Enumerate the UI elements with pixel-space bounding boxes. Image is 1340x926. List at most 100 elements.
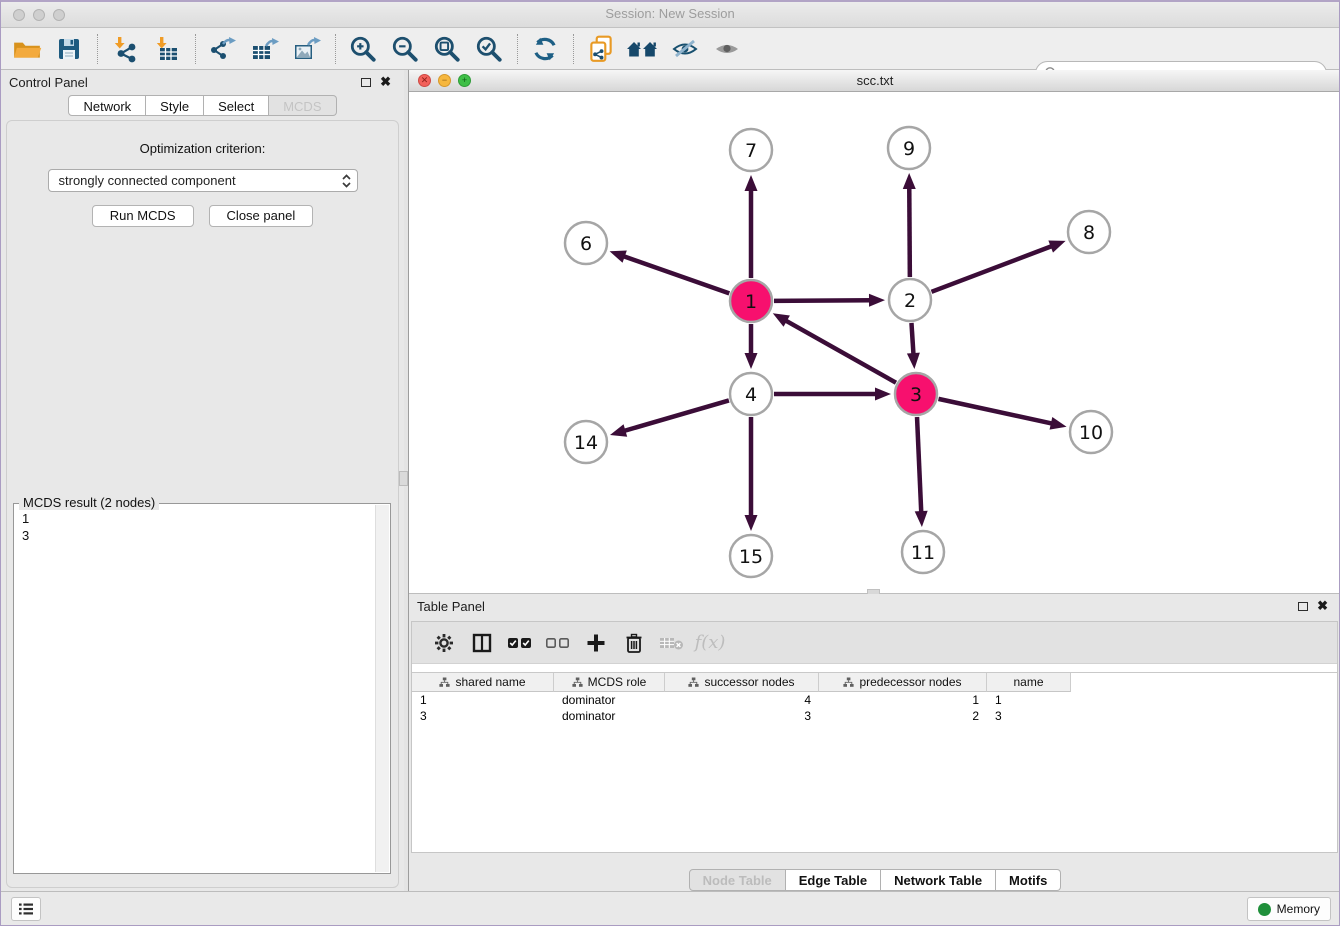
graph-node-1[interactable]: 1 bbox=[730, 280, 772, 322]
close-panel-button[interactable]: Close panel bbox=[209, 205, 314, 227]
svg-text:7: 7 bbox=[745, 140, 757, 162]
home-view-icon[interactable] bbox=[625, 32, 661, 66]
export-table-icon[interactable] bbox=[247, 32, 283, 66]
application-window: Session: New Session bbox=[0, 0, 1340, 926]
run-mcds-button[interactable]: Run MCDS bbox=[92, 205, 194, 227]
memory-button[interactable]: Memory bbox=[1247, 897, 1331, 921]
graph-node-4[interactable]: 4 bbox=[730, 373, 772, 415]
refresh-view-icon[interactable] bbox=[527, 32, 563, 66]
graph-edge-2-3[interactable] bbox=[907, 323, 920, 369]
close-table-panel-icon[interactable]: ✖ bbox=[1317, 598, 1328, 614]
save-session-icon[interactable] bbox=[51, 32, 87, 66]
toolbar-separator bbox=[573, 34, 574, 64]
graph-edge-4-3[interactable] bbox=[774, 388, 891, 401]
float-table-panel-icon[interactable] bbox=[1298, 602, 1308, 611]
node-table-area: f(x) shared nameMCDS rolesuccessor nodes… bbox=[411, 621, 1338, 853]
tab-mcds[interactable]: MCDS bbox=[269, 95, 336, 116]
vertical-splitter-handle[interactable] bbox=[399, 471, 408, 486]
toolbar-separator bbox=[195, 34, 196, 64]
table-tabs: Node TableEdge TableNetwork TableMotifs bbox=[409, 869, 1340, 891]
table-settings-icon[interactable] bbox=[426, 627, 462, 659]
optimization-criterion-label: Optimization criterion: bbox=[7, 141, 398, 156]
table-tab-motifs[interactable]: Motifs bbox=[996, 869, 1061, 891]
tab-style[interactable]: Style bbox=[146, 95, 204, 116]
task-list-icon bbox=[18, 902, 34, 916]
graph-edge-3-11[interactable] bbox=[915, 417, 928, 527]
import-network-icon[interactable] bbox=[107, 32, 143, 66]
delete-table-icon bbox=[654, 627, 690, 659]
select-all-checkboxes-icon[interactable] bbox=[502, 627, 538, 659]
add-row-icon[interactable] bbox=[578, 627, 614, 659]
node-table: shared nameMCDS rolesuccessor nodesprede… bbox=[412, 672, 1337, 724]
zoom-out-icon[interactable] bbox=[387, 32, 423, 66]
table-tab-node-table[interactable]: Node Table bbox=[689, 869, 786, 891]
graph-node-7[interactable]: 7 bbox=[730, 129, 772, 171]
memory-label: Memory bbox=[1277, 902, 1320, 916]
graph-edge-2-9[interactable] bbox=[903, 173, 916, 277]
column-header-name[interactable]: name bbox=[987, 673, 1071, 692]
show-columns-icon[interactable] bbox=[464, 627, 500, 659]
graph-node-2[interactable]: 2 bbox=[889, 279, 931, 321]
graph-edge-3-1[interactable] bbox=[773, 313, 896, 382]
column-header-successor-nodes[interactable]: successor nodes bbox=[665, 673, 819, 692]
close-panel-icon[interactable]: ✖ bbox=[380, 74, 391, 90]
tab-select[interactable]: Select bbox=[204, 95, 269, 116]
memory-status-icon bbox=[1258, 903, 1271, 916]
export-network-icon[interactable] bbox=[205, 32, 241, 66]
graph-edge-1-7[interactable] bbox=[745, 175, 758, 278]
table-tab-edge-table[interactable]: Edge Table bbox=[786, 869, 881, 891]
graph-node-9[interactable]: 9 bbox=[888, 127, 930, 169]
status-bar: Memory bbox=[1, 891, 1339, 925]
toolbar-separator bbox=[97, 34, 98, 64]
control-tabs: NetworkStyleSelectMCDS bbox=[1, 95, 404, 116]
network-canvas[interactable]: 1 2 3 4 6 7 8 9 10 11 14 15 bbox=[409, 92, 1340, 592]
zoom-fit-icon[interactable] bbox=[429, 32, 465, 66]
graph-node-15[interactable]: 15 bbox=[730, 535, 772, 577]
deselect-all-checkboxes-icon[interactable] bbox=[540, 627, 576, 659]
tab-network[interactable]: Network bbox=[68, 95, 146, 116]
column-header-shared-name[interactable]: shared name bbox=[412, 673, 554, 692]
column-header-mcds-role[interactable]: MCDS role bbox=[554, 673, 665, 692]
show-all-eye-icon[interactable] bbox=[709, 32, 745, 66]
graph-node-6[interactable]: 6 bbox=[565, 222, 607, 264]
clone-network-icon[interactable] bbox=[583, 32, 619, 66]
zoom-in-icon[interactable] bbox=[345, 32, 381, 66]
task-history-button[interactable] bbox=[11, 897, 41, 921]
export-image-icon[interactable] bbox=[289, 32, 325, 66]
svg-text:2: 2 bbox=[904, 290, 916, 312]
graph-edge-1-4[interactable] bbox=[745, 324, 758, 369]
apply-function-icon: f(x) bbox=[692, 627, 728, 659]
float-panel-icon[interactable] bbox=[361, 78, 371, 87]
svg-text:11: 11 bbox=[911, 542, 935, 564]
column-header-predecessor-nodes[interactable]: predecessor nodes bbox=[819, 673, 987, 692]
dropdown-stepper-icon bbox=[341, 173, 352, 195]
zoom-selected-icon[interactable] bbox=[471, 32, 507, 66]
graph-node-14[interactable]: 14 bbox=[565, 421, 607, 463]
import-table-icon[interactable] bbox=[149, 32, 185, 66]
node-table-rows: 1dominator4113dominator323 bbox=[412, 692, 1337, 724]
criterion-dropdown[interactable]: strongly connected component bbox=[48, 169, 358, 192]
svg-text:1: 1 bbox=[745, 291, 757, 313]
network-graph: 1 2 3 4 6 7 8 9 10 11 14 15 bbox=[409, 92, 1339, 592]
graph-node-8[interactable]: 8 bbox=[1068, 211, 1110, 253]
graph-node-10[interactable]: 10 bbox=[1070, 411, 1112, 453]
table-row[interactable]: 1dominator411 bbox=[412, 692, 1337, 708]
table-row[interactable]: 3dominator323 bbox=[412, 708, 1337, 724]
graph-edge-4-14[interactable] bbox=[610, 400, 729, 436]
graph-node-11[interactable]: 11 bbox=[902, 531, 944, 573]
graph-node-3[interactable]: 3 bbox=[895, 373, 937, 415]
graph-edge-3-10[interactable] bbox=[938, 399, 1066, 430]
graph-edge-4-15[interactable] bbox=[745, 417, 758, 531]
delete-rows-icon[interactable] bbox=[616, 627, 652, 659]
table-tab-network-table[interactable]: Network Table bbox=[881, 869, 996, 891]
open-session-icon[interactable] bbox=[9, 32, 45, 66]
graph-edge-1-2[interactable] bbox=[774, 294, 885, 307]
graph-edge-1-6[interactable] bbox=[610, 250, 730, 293]
app-title-bar: Session: New Session bbox=[1, 2, 1339, 28]
hide-selected-eye-icon[interactable] bbox=[667, 32, 703, 66]
control-panel-title: Control Panel bbox=[9, 75, 88, 90]
mcds-result-group: MCDS result (2 nodes) 1 3 bbox=[13, 503, 391, 874]
graph-edge-2-8[interactable] bbox=[932, 240, 1066, 291]
network-window-titlebar[interactable]: ✕ − + scc.txt bbox=[409, 70, 1340, 92]
result-scrollbar[interactable] bbox=[375, 505, 389, 872]
